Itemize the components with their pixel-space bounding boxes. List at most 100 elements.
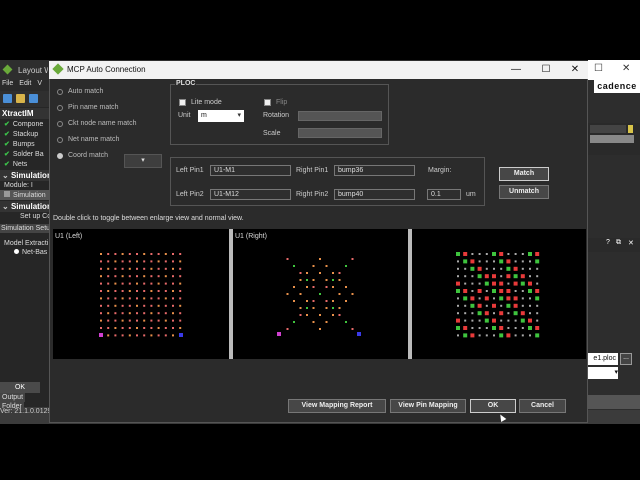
sidebar-section-xtractim[interactable]: XtractIM (0, 108, 50, 119)
pin-dot (179, 312, 182, 315)
pin-dot (136, 319, 138, 322)
pin-dot (312, 279, 315, 281)
mapped-pin (456, 252, 460, 256)
mapped-pin (499, 326, 504, 330)
pin-dot (338, 272, 341, 274)
left-pin1-input[interactable]: U1-M1 (210, 165, 291, 176)
mapped-pin (477, 289, 482, 293)
flip-checkbox[interactable] (264, 99, 271, 106)
sidebar-section-simulation[interactable]: ⌄ Simulation (0, 170, 52, 181)
pin-dot (172, 312, 174, 315)
sidebar-section-simulation-2[interactable]: ⌄ Simulation (0, 201, 52, 212)
float-icon[interactable]: ⧉ (616, 239, 621, 247)
unit-select[interactable]: m ▾ (198, 110, 244, 122)
radio-auto-match[interactable]: Auto match (57, 88, 103, 95)
mapped-pin (485, 290, 488, 292)
tab-output[interactable]: Output (0, 393, 26, 402)
pin-dot (100, 267, 102, 270)
right-panel-dropdown[interactable]: ▾ (588, 367, 618, 379)
sidebar-item-model-extraction[interactable]: Model Extracti (0, 239, 50, 248)
mapped-pin (520, 274, 525, 279)
close-panel-icon[interactable]: ✕ (628, 239, 634, 247)
mapped-pin (493, 260, 495, 263)
mapped-pin (471, 275, 474, 278)
view-pin-mapping-button[interactable]: View Pin Mapping (390, 399, 466, 413)
sidebar-item-stackup[interactable]: ✔ Stackup (0, 129, 50, 139)
coord-options-button[interactable]: ▾ (124, 154, 162, 168)
mapped-pin (521, 290, 524, 292)
sidebar-ok-button[interactable]: OK (0, 382, 40, 393)
radio-pin-name-match[interactable]: Pin name match (57, 104, 119, 111)
pin-dot (157, 304, 160, 307)
background-toolbar (0, 91, 50, 107)
help-icon[interactable]: ? (606, 239, 610, 246)
pin-dot (325, 286, 328, 288)
maximize-button[interactable]: ☐ (538, 63, 554, 77)
mapped-pin (535, 259, 540, 264)
pin-dot (136, 334, 138, 337)
unmatch-button[interactable]: Unmatch (499, 185, 549, 199)
cancel-button[interactable]: Cancel (519, 399, 566, 413)
menu-view[interactable]: V (37, 80, 42, 87)
mapping-view[interactable] (412, 229, 586, 359)
mapped-pin (485, 267, 488, 270)
ok-button[interactable]: OK (470, 399, 516, 413)
radio-ckt-node-name-match[interactable]: Ckt node name match (57, 120, 136, 127)
sidebar-item-simulation[interactable]: Simulation (0, 190, 50, 200)
radio-coord-match[interactable]: Coord match (57, 152, 108, 159)
right-die-view[interactable]: U1 (Right) (233, 229, 408, 359)
minimize-button[interactable]: — (508, 63, 524, 77)
left-pin2-input[interactable]: U1-M12 (210, 189, 291, 200)
match-button[interactable]: Match (499, 167, 549, 181)
menu-file[interactable]: File (2, 80, 13, 87)
close-button[interactable]: ✕ (567, 63, 583, 77)
pin-dot (345, 265, 347, 267)
mapped-pin (513, 296, 518, 301)
mapped-pin (485, 260, 488, 263)
mapped-pin (457, 260, 459, 263)
right-pin2-label: Right Pin2 (296, 191, 329, 198)
pin-dot (114, 319, 117, 322)
bg-close-icon[interactable]: ✕ (622, 63, 630, 74)
sidebar-item-net-based[interactable]: Net-Bas (0, 248, 50, 257)
pin-dot (293, 300, 295, 302)
view-mapping-report-button[interactable]: View Mapping Report (288, 399, 386, 413)
pin-dot (121, 319, 124, 322)
pin-dot (128, 304, 131, 307)
mapped-pin (464, 304, 467, 307)
margin-input[interactable]: 0.1 (427, 189, 461, 200)
sidebar-item-sim-setup[interactable]: Simulation Setup (0, 224, 54, 233)
new-file-icon[interactable] (3, 94, 12, 103)
sidebar-item-nets[interactable]: ✔ Nets (0, 159, 50, 169)
mapped-pin (521, 297, 524, 300)
pin-dot (107, 290, 110, 292)
mapped-pin (536, 312, 539, 315)
sidebar-item-setup[interactable]: Set up Co (0, 212, 51, 221)
mapped-pin (499, 296, 504, 301)
left-die-view[interactable]: U1 (Left) (53, 229, 229, 359)
background-window-controls: ☐ ✕ (588, 60, 640, 80)
browse-button[interactable]: ... (620, 353, 632, 365)
save-file-icon[interactable] (29, 94, 38, 103)
ploc-file-field[interactable]: e1.ploc (588, 353, 618, 365)
open-file-icon[interactable] (16, 94, 25, 103)
right-pin2-input[interactable]: bump40 (334, 189, 415, 200)
scale-field[interactable] (298, 128, 382, 138)
bg-maximize-icon[interactable]: ☐ (594, 63, 603, 74)
pin-dot (107, 319, 110, 322)
lite-mode-checkbox[interactable] (179, 99, 186, 106)
sidebar-item-solder-balls[interactable]: ✔ Solder Ba (0, 149, 50, 159)
rotation-field[interactable] (298, 111, 382, 121)
sidebar-item-components[interactable]: ✔ Compone (0, 119, 50, 129)
menu-edit[interactable]: Edit (19, 80, 31, 87)
pin-dot (150, 334, 153, 337)
mapped-pin (470, 296, 475, 301)
sidebar-item-bumps[interactable]: ✔ Bumps (0, 139, 50, 149)
pin-dot (100, 297, 102, 300)
radio-net-name-match[interactable]: Net name match (57, 136, 119, 143)
right-pin1-input[interactable]: bump36 (334, 165, 415, 176)
sidebar-item-module[interactable]: Module: I (0, 181, 50, 190)
ploc-title: PLOC (175, 80, 197, 87)
pin-dot (319, 314, 321, 316)
mapped-pin (529, 312, 531, 315)
